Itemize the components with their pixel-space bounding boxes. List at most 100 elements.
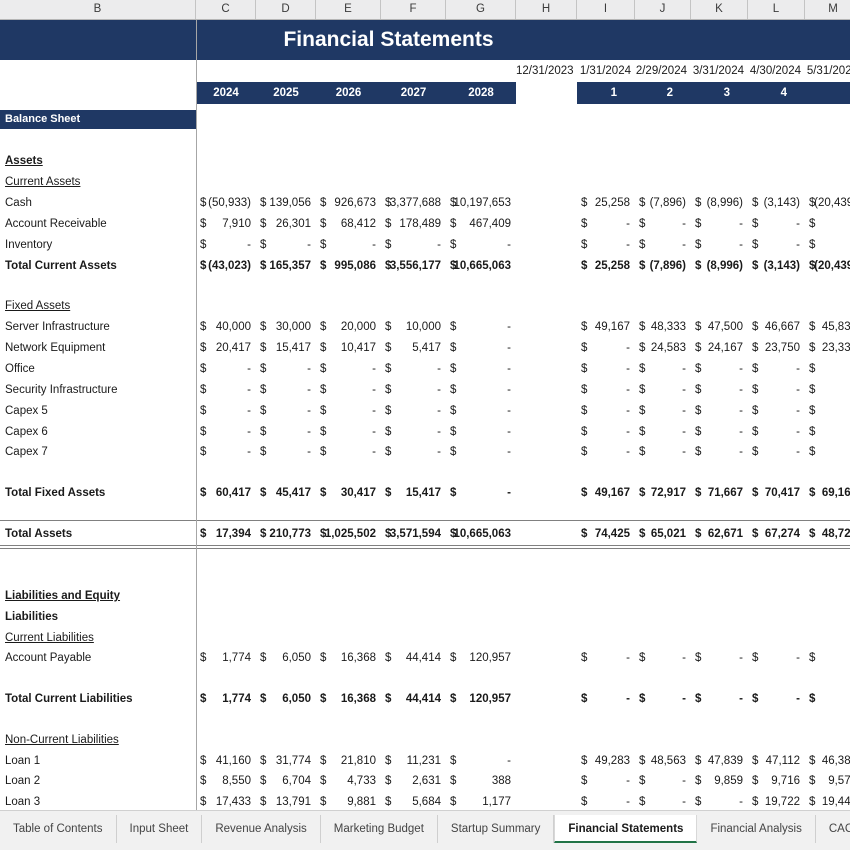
cell-capex5-2025[interactable]: $ -	[256, 401, 316, 422]
cell-total-fixed-assets-2025[interactable]: $45,417	[256, 483, 316, 504]
cell-total-current-liabilities-m3[interactable]: $ -	[691, 689, 748, 710]
cell-cash-2027[interactable]: $3,377,688	[381, 193, 446, 214]
cell-security-infrastructure-m3[interactable]: $ -	[691, 380, 748, 401]
cell-total-assets-m5[interactable]: $48,727	[805, 524, 850, 545]
column-header-l[interactable]: L	[748, 0, 805, 19]
cell-loan2-m4[interactable]: $9,716	[748, 771, 805, 792]
cell-account-receivable-2028[interactable]: $467,409	[446, 214, 516, 235]
cell-total-assets-m4[interactable]: $67,274	[748, 524, 805, 545]
cell-total-assets-m1[interactable]: $74,425	[577, 524, 635, 545]
cell-account-payable-m1[interactable]: $ -	[577, 648, 635, 669]
cell-capex7-m4[interactable]: $ -	[748, 442, 805, 463]
sheet-tab-marketing-budget[interactable]: Marketing Budget	[320, 815, 438, 843]
cell-total-current-liabilities-2024[interactable]: $1,774	[196, 689, 256, 710]
cell-capex5-2026[interactable]: $ -	[316, 401, 381, 422]
cell-account-payable-m2[interactable]: $ -	[635, 648, 691, 669]
cell-capex5-m3[interactable]: $ -	[691, 401, 748, 422]
cell-loan1-m4[interactable]: $47,112	[748, 751, 805, 772]
column-header-b[interactable]: B	[0, 0, 196, 19]
cell-total-current-liabilities-2028[interactable]: $120,957	[446, 689, 516, 710]
sheet-tab-strip[interactable]: Table of Contents Input Sheet Revenue Anal…	[0, 815, 850, 845]
cell-total-fixed-assets-2027[interactable]: $15,417	[381, 483, 446, 504]
cell-capex5-2024[interactable]: $ -	[196, 401, 256, 422]
cell-loan2-2028[interactable]: $388	[446, 771, 516, 792]
sheet-tab-input-sheet[interactable]: Input Sheet	[116, 815, 203, 843]
cell-total-current-assets-m5[interactable]: $(20,439)	[805, 256, 850, 277]
cell-loan2-m5[interactable]: $9,573	[805, 771, 850, 792]
cell-loan3-m2[interactable]: $ -	[635, 792, 691, 810]
cell-loan3-m1[interactable]: $ -	[577, 792, 635, 810]
cell-total-assets-m2[interactable]: $65,021	[635, 524, 691, 545]
cell-inventory-m4[interactable]: $ -	[748, 235, 805, 256]
cell-account-receivable-2026[interactable]: $68,412	[316, 214, 381, 235]
cell-capex6-2028[interactable]: $ -	[446, 422, 516, 443]
cell-account-payable-2026[interactable]: $16,368	[316, 648, 381, 669]
cell-total-current-assets-2027[interactable]: $3,556,177	[381, 256, 446, 277]
cell-capex6-2026[interactable]: $ -	[316, 422, 381, 443]
cell-security-infrastructure-2025[interactable]: $ -	[256, 380, 316, 401]
cell-capex7-2025[interactable]: $ -	[256, 442, 316, 463]
cell-total-current-assets-m3[interactable]: $ (8,996)	[691, 256, 748, 277]
cell-network-equipment-2025[interactable]: $15,417	[256, 338, 316, 359]
cell-capex6-2024[interactable]: $ -	[196, 422, 256, 443]
cell-office-m1[interactable]: $ -	[577, 359, 635, 380]
cell-capex7-m1[interactable]: $ -	[577, 442, 635, 463]
cell-cash-m5[interactable]: $(20,439)	[805, 193, 850, 214]
cell-loan1-2026[interactable]: $21,810	[316, 751, 381, 772]
column-header-e[interactable]: E	[316, 0, 381, 19]
cell-network-equipment-2024[interactable]: $20,417	[196, 338, 256, 359]
cell-total-fixed-assets-2026[interactable]: $30,417	[316, 483, 381, 504]
cell-cash-2024[interactable]: $ (50,933)	[196, 193, 256, 214]
cell-server-infrastructure-2028[interactable]: $ -	[446, 317, 516, 338]
cell-inventory-2024[interactable]: $ -	[196, 235, 256, 256]
cell-total-assets-m3[interactable]: $62,671	[691, 524, 748, 545]
cell-total-assets-2028[interactable]: $10,665,063	[446, 524, 516, 545]
cell-cash-2025[interactable]: $139,056	[256, 193, 316, 214]
cell-network-equipment-m4[interactable]: $23,750	[748, 338, 805, 359]
cell-capex5-2028[interactable]: $ -	[446, 401, 516, 422]
cell-inventory-2025[interactable]: $ -	[256, 235, 316, 256]
cell-office-2024[interactable]: $ -	[196, 359, 256, 380]
cell-capex6-2027[interactable]: $ -	[381, 422, 446, 443]
cell-capex7-2028[interactable]: $ -	[446, 442, 516, 463]
cell-loan1-2025[interactable]: $31,774	[256, 751, 316, 772]
cell-capex6-2025[interactable]: $ -	[256, 422, 316, 443]
cell-capex7-m2[interactable]: $ -	[635, 442, 691, 463]
cell-cash-m1[interactable]: $25,258	[577, 193, 635, 214]
cell-total-current-liabilities-2027[interactable]: $44,414	[381, 689, 446, 710]
cell-security-infrastructure-m5[interactable]: $-	[805, 380, 850, 401]
cell-total-current-assets-2026[interactable]: $995,086	[316, 256, 381, 277]
cell-account-receivable-m1[interactable]: $ -	[577, 214, 635, 235]
cell-loan3-m3[interactable]: $ -	[691, 792, 748, 810]
cell-account-payable-2024[interactable]: $1,774	[196, 648, 256, 669]
cell-account-receivable-2027[interactable]: $178,489	[381, 214, 446, 235]
column-header-c[interactable]: C	[196, 0, 256, 19]
cell-total-fixed-assets-2028[interactable]: $ -	[446, 483, 516, 504]
cell-office-m5[interactable]: $-	[805, 359, 850, 380]
cell-office-2028[interactable]: $ -	[446, 359, 516, 380]
cell-inventory-m5[interactable]: $-	[805, 235, 850, 256]
column-header-i[interactable]: I	[577, 0, 635, 19]
column-header-k[interactable]: K	[691, 0, 748, 19]
cell-loan1-m2[interactable]: $48,563	[635, 751, 691, 772]
cell-total-fixed-assets-m4[interactable]: $70,417	[748, 483, 805, 504]
cell-cash-m3[interactable]: $ (8,996)	[691, 193, 748, 214]
cell-inventory-m1[interactable]: $ -	[577, 235, 635, 256]
cell-capex5-m2[interactable]: $ -	[635, 401, 691, 422]
cell-capex7-m3[interactable]: $ -	[691, 442, 748, 463]
cell-loan3-2027[interactable]: $5,684	[381, 792, 446, 810]
cell-account-payable-2027[interactable]: $44,414	[381, 648, 446, 669]
cell-network-equipment-m2[interactable]: $24,583	[635, 338, 691, 359]
cell-loan2-2024[interactable]: $8,550	[196, 771, 256, 792]
cell-office-m3[interactable]: $ -	[691, 359, 748, 380]
cell-server-infrastructure-2027[interactable]: $10,000	[381, 317, 446, 338]
cell-loan2-2025[interactable]: $6,704	[256, 771, 316, 792]
sheet-tab-financial-analysis[interactable]: Financial Analysis	[697, 815, 816, 843]
cell-total-assets-2026[interactable]: $1,025,502	[316, 524, 381, 545]
column-header-d[interactable]: D	[256, 0, 316, 19]
cell-server-infrastructure-2026[interactable]: $20,000	[316, 317, 381, 338]
cell-loan1-2028[interactable]: $ -	[446, 751, 516, 772]
cell-account-receivable-m4[interactable]: $ -	[748, 214, 805, 235]
sheet-tab-startup-summary[interactable]: Startup Summary	[437, 815, 555, 843]
cell-capex7-m5[interactable]: $-	[805, 442, 850, 463]
